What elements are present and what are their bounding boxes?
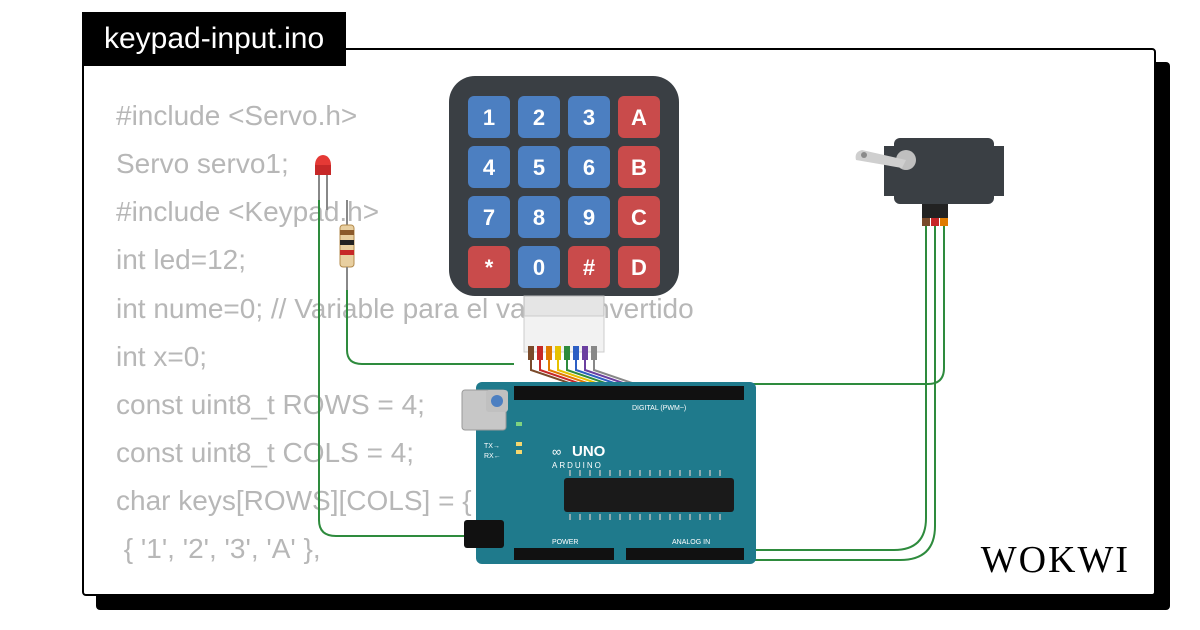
svg-text:RX←: RX← — [484, 453, 501, 460]
svg-text:TX→: TX→ — [484, 443, 500, 450]
keypad-ribbon — [524, 296, 604, 360]
svg-text:B: B — [631, 155, 647, 180]
brand-logo: WOKWI — [981, 538, 1130, 582]
svg-text:5: 5 — [533, 155, 545, 180]
svg-text:UNO: UNO — [572, 443, 606, 460]
svg-text:ARDUINO: ARDUINO — [552, 461, 603, 470]
svg-text:∞: ∞ — [552, 444, 561, 459]
svg-text:8: 8 — [533, 205, 545, 230]
servo-icon — [856, 138, 1004, 226]
svg-text:C: C — [631, 205, 647, 230]
led-icon — [315, 155, 331, 210]
svg-text:1: 1 — [483, 105, 495, 130]
resistor-icon — [340, 200, 354, 290]
file-title-tab: keypad-input.ino — [82, 12, 346, 66]
wire-green — [347, 290, 514, 364]
keypad-wires — [531, 360, 635, 384]
circuit-diagram: 1 2 3 A 4 5 6 B 7 8 9 C * 0 # D — [84, 50, 1156, 596]
keypad[interactable]: 1 2 3 A 4 5 6 B 7 8 9 C * 0 # D — [449, 76, 679, 296]
svg-text:2: 2 — [533, 105, 545, 130]
svg-text:#: # — [583, 255, 595, 280]
svg-text:9: 9 — [583, 205, 595, 230]
svg-text:D: D — [631, 255, 647, 280]
arduino-uno: ∞ UNO ARDUINO DIGITAL (PWM~) TX→ RX← POW… — [462, 382, 756, 564]
svg-text:A: A — [631, 105, 647, 130]
svg-text:4: 4 — [483, 155, 496, 180]
svg-text:ANALOG IN: ANALOG IN — [672, 539, 710, 546]
svg-text:DIGITAL (PWM~): DIGITAL (PWM~) — [632, 405, 686, 412]
svg-text:3: 3 — [583, 105, 595, 130]
svg-text:0: 0 — [533, 255, 545, 280]
svg-text:6: 6 — [583, 155, 595, 180]
svg-text:POWER: POWER — [552, 539, 578, 546]
svg-text:7: 7 — [483, 205, 495, 230]
svg-text:*: * — [485, 255, 494, 280]
